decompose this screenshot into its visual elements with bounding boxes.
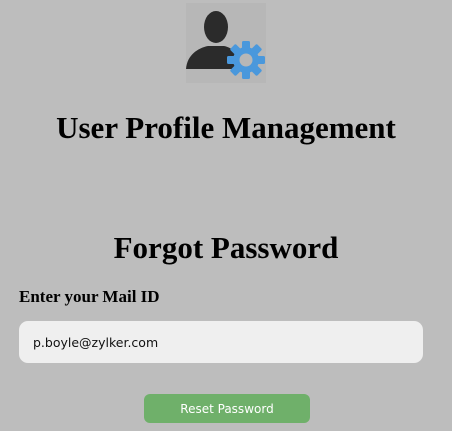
page-title: Forgot Password [113,230,339,265]
app-title: User Profile Management [56,110,396,145]
mail-id-label: Enter your Mail ID [19,287,160,306]
app-logo [186,3,266,83]
mail-id-input[interactable] [19,321,423,363]
user-gear-icon [186,11,265,79]
reset-password-button[interactable]: Reset Password [144,394,310,423]
